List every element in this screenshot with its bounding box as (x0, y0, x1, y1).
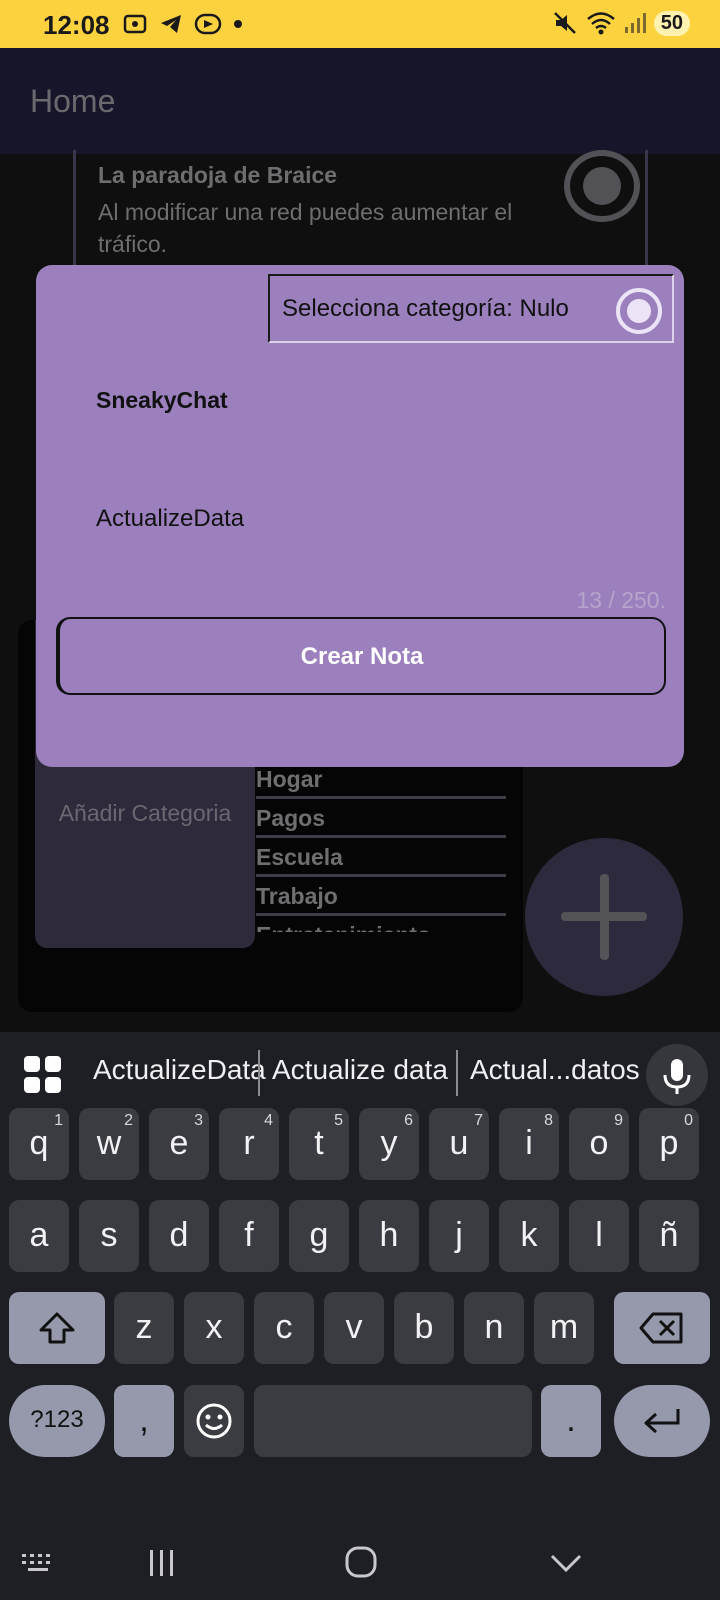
create-note-dialog: Selecciona categoría: Nulo SneakyChat Ac… (36, 265, 684, 767)
key-n[interactable]: n (464, 1292, 524, 1364)
category-selector[interactable]: Selecciona categoría: Nulo (268, 274, 674, 343)
note-title-field[interactable]: SneakyChat (96, 387, 228, 414)
suggestion-2[interactable]: Actualize data (272, 1054, 448, 1086)
telegram-icon (161, 15, 181, 33)
plus-icon (525, 838, 683, 996)
enter-key[interactable] (614, 1385, 710, 1457)
dot-icon (234, 20, 242, 28)
keyboard-switch-icon[interactable] (20, 1548, 58, 1578)
key-v[interactable]: v (324, 1292, 384, 1364)
key-e[interactable]: e3 (149, 1108, 209, 1180)
key-a[interactable]: a (9, 1200, 69, 1272)
suggestion-strip: ActualizeData Actualize data Actual...da… (0, 1032, 720, 1114)
key-p[interactable]: p0 (639, 1108, 699, 1180)
category-item[interactable]: Escuela (256, 838, 506, 877)
hide-keyboard-icon[interactable] (548, 1548, 584, 1578)
key-o[interactable]: o9 (569, 1108, 629, 1180)
key-s[interactable]: s (79, 1200, 139, 1272)
space-key[interactable] (254, 1385, 532, 1457)
key-f[interactable]: f (219, 1200, 279, 1272)
battery-indicator: 50 (653, 10, 690, 36)
key-m[interactable]: m (534, 1292, 594, 1364)
screenshot-icon (123, 14, 147, 34)
status-time: 12:08 (43, 10, 110, 40)
key-g[interactable]: g (289, 1200, 349, 1272)
add-category-label: Añadir Categoria (58, 800, 232, 826)
suggestion-1[interactable]: ActualizeData (93, 1054, 266, 1086)
key-z[interactable]: z (114, 1292, 174, 1364)
key-h[interactable]: h (359, 1200, 419, 1272)
backspace-key[interactable] (614, 1292, 710, 1364)
recents-icon[interactable] (145, 1546, 179, 1580)
enter-icon (644, 1409, 680, 1434)
category-list: Hogar Pagos Escuela Trabajo Entretenimie… (256, 760, 506, 932)
emoji-icon (196, 1403, 232, 1439)
key-n-tilde[interactable]: ñ (639, 1200, 699, 1272)
shift-icon (39, 1312, 75, 1344)
emoji-key[interactable] (184, 1385, 244, 1457)
character-counter: 13 / 250. (576, 587, 666, 613)
key-t[interactable]: t5 (289, 1108, 349, 1180)
keyboard: ActualizeData Actualize data Actual...da… (0, 1032, 720, 1600)
create-note-button[interactable]: Crear Nota (56, 617, 666, 695)
key-b[interactable]: b (394, 1292, 454, 1364)
microphone-icon (663, 1059, 691, 1094)
status-bar: 12:08 50 (0, 0, 720, 48)
wifi-icon (586, 12, 615, 35)
key-i[interactable]: i8 (499, 1108, 559, 1180)
note-card[interactable]: La paradoja de Braice Al modificar una r… (73, 150, 648, 270)
key-l[interactable]: l (569, 1200, 629, 1272)
signal-icon (624, 13, 646, 33)
note-radio-icon[interactable] (564, 150, 640, 222)
shift-key[interactable] (9, 1292, 105, 1364)
key-r[interactable]: r4 (219, 1108, 279, 1180)
add-note-fab[interactable] (525, 838, 683, 996)
key-u[interactable]: u7 (429, 1108, 489, 1180)
key-x[interactable]: x (184, 1292, 244, 1364)
comma-key[interactable]: , (114, 1385, 174, 1457)
key-y[interactable]: y6 (359, 1108, 419, 1180)
note-body: Al modificar una red puedes aumentar el … (98, 199, 513, 257)
key-c[interactable]: c (254, 1292, 314, 1364)
key-j[interactable]: j (429, 1200, 489, 1272)
category-item[interactable]: Pagos (256, 799, 506, 838)
symbols-key[interactable]: ?123 (9, 1385, 105, 1457)
note-title: La paradoja de Braice (98, 162, 338, 188)
suggestion-3[interactable]: Actual...datos (470, 1054, 640, 1086)
microphone-button[interactable] (646, 1044, 708, 1106)
page-title: Home (30, 83, 116, 119)
system-nav-bar (0, 1530, 720, 1600)
create-note-button-label: Crear Nota (300, 643, 424, 670)
backspace-icon (639, 1312, 683, 1344)
key-q[interactable]: q1 (9, 1108, 69, 1180)
key-d[interactable]: d (149, 1200, 209, 1272)
note-body-field[interactable]: ActualizeData (96, 505, 244, 533)
key-w[interactable]: w2 (79, 1108, 139, 1180)
mute-icon (553, 12, 576, 34)
home-icon[interactable] (343, 1544, 379, 1580)
key-k[interactable]: k (499, 1200, 559, 1272)
app-bar: Home (0, 48, 720, 154)
category-selector-label: Selecciona categoría: Nulo (282, 295, 569, 322)
category-item[interactable]: Trabajo (256, 877, 506, 916)
radio-selected-icon[interactable] (616, 288, 662, 334)
period-key[interactable]: . (541, 1385, 601, 1457)
category-item[interactable]: Entretenimiento (256, 916, 506, 932)
media-icon (194, 13, 222, 35)
